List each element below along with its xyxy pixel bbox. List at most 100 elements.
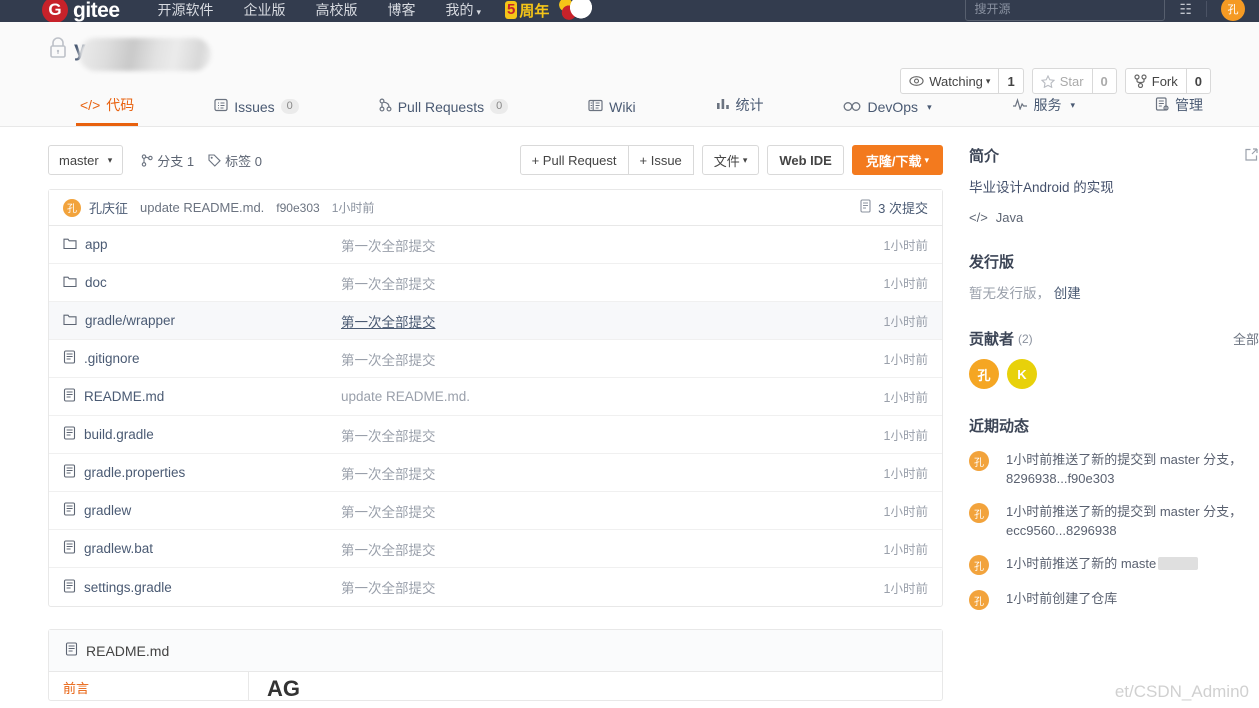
web-ide-button[interactable]: Web IDE: [767, 145, 844, 175]
contributor-avatars: 孔 K: [969, 359, 1259, 389]
gitee-logo[interactable]: G gitee: [42, 0, 120, 22]
table-row[interactable]: gradlew 第一次全部提交 1小时前: [49, 492, 942, 530]
repository-name[interactable]: yapp: [74, 37, 211, 71]
avatar[interactable]: 孔: [969, 590, 989, 610]
tab-label: 统计: [735, 97, 764, 113]
avatar[interactable]: 孔: [969, 503, 989, 523]
create-release-link[interactable]: 创建: [1054, 286, 1081, 301]
top-nav-link-blog[interactable]: 博客: [388, 0, 416, 20]
issue-icon: [214, 98, 228, 115]
tab-label: Issues: [234, 98, 275, 115]
list-item: 孔 1小时前推送了新的提交到 master 分支，8296938...f90e3…: [969, 450, 1259, 488]
toolbar-actions: + Pull Request + Issue 文件 ▾ Web IDE 克隆/下…: [519, 145, 943, 175]
contributors-count: (2): [1018, 331, 1033, 346]
file-link[interactable]: gradle.properties: [84, 465, 185, 480]
file-link[interactable]: gradlew.bat: [84, 541, 153, 556]
table-row[interactable]: doc 第一次全部提交 1小时前: [49, 264, 942, 302]
new-pull-request-button[interactable]: + Pull Request: [519, 145, 629, 175]
file-link[interactable]: settings.gradle: [84, 580, 172, 595]
file-icon: [63, 578, 76, 596]
files-menu-button[interactable]: 文件 ▾: [701, 145, 760, 175]
file-commit-message[interactable]: 第一次全部提交: [341, 235, 884, 255]
file-commit-message[interactable]: 第一次全部提交: [341, 539, 884, 559]
top-nav-link-education[interactable]: 高校版: [316, 0, 358, 20]
edit-icon[interactable]: [1244, 147, 1259, 165]
file-link[interactable]: .gitignore: [84, 351, 140, 366]
tab-management[interactable]: 管理: [1151, 95, 1207, 126]
avatar[interactable]: 孔: [1221, 0, 1245, 21]
tab-services[interactable]: 服务 ▾: [1008, 95, 1080, 126]
table-row[interactable]: build.gradle 第一次全部提交 1小时前: [49, 416, 942, 454]
commit-message[interactable]: update README.md.: [140, 200, 264, 215]
contributors-all-link[interactable]: 全部: [1233, 329, 1259, 348]
tab-devops[interactable]: DevOps ▾: [839, 99, 935, 126]
avatar[interactable]: 孔: [969, 555, 989, 575]
file-commit-message-link[interactable]: 第一次全部提交: [341, 315, 436, 330]
top-nav-link-opensource[interactable]: 开源软件: [158, 0, 214, 20]
redacted-overlay: [1158, 557, 1199, 570]
branch-icon: [141, 153, 153, 167]
clone-download-button[interactable]: 克隆/下载 ▾: [851, 145, 943, 175]
avatar[interactable]: K: [1007, 359, 1037, 389]
activity-text[interactable]: 1小时前创建了仓库: [1006, 589, 1117, 610]
file-link[interactable]: doc: [85, 275, 107, 290]
top-navigation-bar: G gitee 开源软件 企业版 高校版 博客 我的▾ 5 周年 ☷ 孔: [0, 0, 1259, 22]
tab-wiki[interactable]: Wiki: [584, 99, 639, 126]
file-time: 1小时前: [883, 353, 928, 367]
commit-sha[interactable]: f90e303: [276, 201, 319, 215]
table-row[interactable]: gradlew.bat 第一次全部提交 1小时前: [49, 530, 942, 568]
file-commit-message[interactable]: 第一次全部提交: [341, 273, 884, 293]
gitee-logo-text: gitee: [73, 0, 120, 22]
tags-label: 标签 0: [225, 153, 262, 169]
avatar[interactable]: 孔: [969, 451, 989, 471]
activity-text-row: 1小时前推送了新的 maste: [1006, 554, 1200, 575]
tab-statistics[interactable]: 统计: [712, 95, 768, 126]
tab-label: 管理: [1175, 97, 1203, 113]
tab-pull-requests[interactable]: Pull Requests 0: [375, 98, 513, 126]
top-nav-link-mine[interactable]: 我的 ▾: [446, 0, 482, 20]
search-input[interactable]: [965, 0, 1166, 21]
commit-count-link[interactable]: 3 次提交: [860, 198, 928, 217]
table-row[interactable]: gradle/wrapper 第一次全部提交 1小时前: [49, 302, 942, 340]
file-link[interactable]: build.gradle: [84, 427, 154, 442]
commit-author[interactable]: 孔庆征: [89, 198, 128, 217]
tab-code[interactable]: </> 代码: [76, 95, 139, 126]
top-nav-link-enterprise[interactable]: 企业版: [244, 0, 286, 20]
file-commit-message[interactable]: 第一次全部提交: [341, 349, 884, 369]
releases-section: 发行版 暂无发行版， 创建: [969, 251, 1259, 302]
primary-language[interactable]: </> Java: [969, 210, 1259, 225]
table-row[interactable]: settings.gradle 第一次全部提交 1小时前: [49, 568, 942, 606]
tags-link[interactable]: 标签 0: [208, 151, 262, 170]
file-commit-message[interactable]: 第一次全部提交: [341, 577, 884, 597]
avatar[interactable]: 孔: [969, 359, 999, 389]
new-issue-button[interactable]: + Issue: [627, 145, 694, 175]
table-row[interactable]: app 第一次全部提交 1小时前: [49, 226, 942, 264]
file-link[interactable]: README.md: [84, 389, 164, 404]
readme-toc-item[interactable]: 前言: [63, 678, 234, 697]
branches-link[interactable]: 分支 1: [141, 151, 194, 170]
table-row[interactable]: .gitignore 第一次全部提交 1小时前: [49, 340, 942, 378]
table-row[interactable]: README.md update README.md. 1小时前: [49, 378, 942, 416]
file-commit-message[interactable]: 第一次全部提交: [341, 501, 884, 521]
folder-icon: [63, 237, 77, 253]
tag-icon: [208, 153, 221, 167]
notification-icon[interactable]: ☷: [1179, 1, 1192, 18]
about-heading: 简介: [969, 148, 1000, 165]
file-commit-message[interactable]: 第一次全部提交: [341, 425, 884, 445]
activity-text[interactable]: 1小时前推送了新的 maste: [1006, 556, 1156, 571]
anniversary-banner[interactable]: 5 周年: [505, 0, 598, 22]
avatar[interactable]: 孔: [63, 198, 81, 217]
file-name-cell: .gitignore: [63, 350, 341, 367]
table-row[interactable]: gradle.properties 第一次全部提交 1小时前: [49, 454, 942, 492]
about-section: 简介 毕业设计Android 的实现 </> Java: [969, 145, 1259, 225]
file-link[interactable]: gradle/wrapper: [85, 313, 175, 328]
file-link[interactable]: app: [85, 237, 108, 252]
file-commit-message[interactable]: 第一次全部提交: [341, 463, 884, 483]
file-link[interactable]: gradlew: [84, 503, 131, 518]
page-body: master ▾ 分支 1 标签 0 + Pull Request + Issu: [0, 127, 1259, 701]
branch-selector[interactable]: master ▾: [48, 145, 124, 175]
file-commit-message[interactable]: update README.md.: [341, 389, 884, 404]
tab-issues[interactable]: Issues 0: [210, 98, 303, 126]
activity-text[interactable]: 1小时前推送了新的提交到 master 分支，ecc9560...8296938: [1006, 502, 1259, 540]
activity-text[interactable]: 1小时前推送了新的提交到 master 分支，8296938...f90e303: [1006, 450, 1259, 488]
